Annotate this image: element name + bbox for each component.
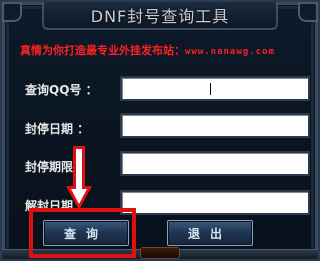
title-bar: DNF封号查询工具 — [42, 2, 278, 30]
unban-date-input[interactable] — [120, 190, 310, 215]
promo-url: www.nanawg.com — [185, 47, 275, 57]
app-window: DNF封号查询工具 真情为你打造最专业外挂发布站：www.nanawg.com … — [0, 0, 320, 261]
ban-date-label: 封停日期 ： — [25, 122, 90, 136]
frame-corner-left — [2, 2, 22, 22]
frame-corner-right — [298, 2, 318, 22]
ban-date-input[interactable] — [120, 113, 310, 138]
exit-button[interactable]: 退出 — [167, 220, 253, 246]
ban-duration-input[interactable] — [120, 151, 310, 176]
highlight-box — [29, 208, 136, 258]
down-arrow-icon — [66, 146, 92, 210]
text-caret — [210, 83, 211, 95]
window-title: DNF封号查询工具 — [90, 7, 230, 26]
frame-ornament — [140, 247, 180, 259]
qq-number-label: 查询QQ号 ： — [25, 83, 98, 97]
promo-banner: 真情为你打造最专业外挂发布站：www.nanawg.com — [20, 42, 310, 58]
qq-number-input[interactable] — [120, 76, 310, 101]
promo-text: 真情为你打造最专业外挂发布站： — [20, 44, 185, 57]
